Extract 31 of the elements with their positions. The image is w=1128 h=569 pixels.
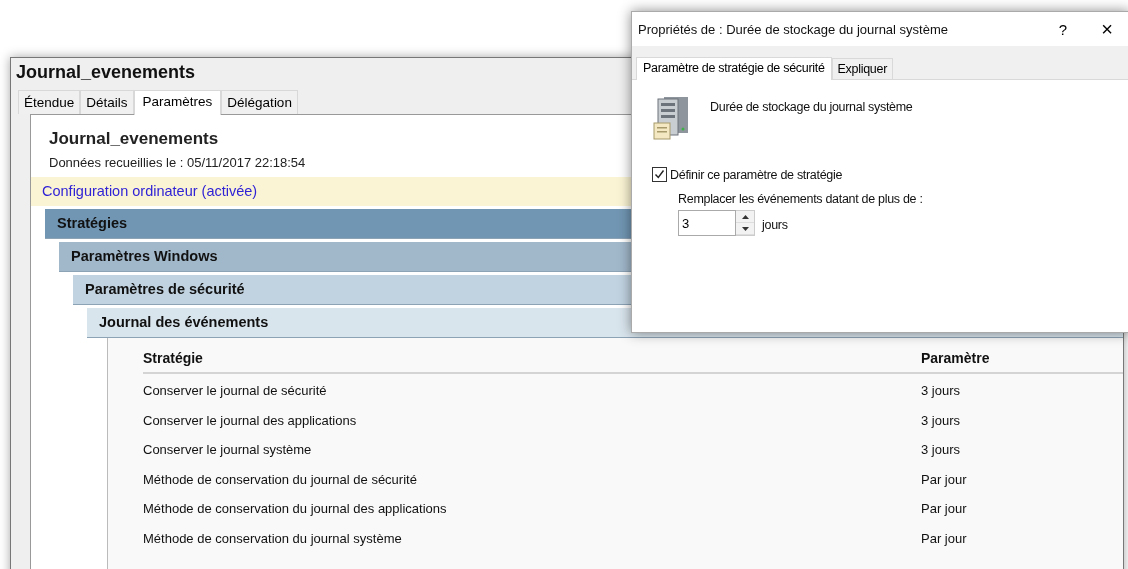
policy-name: Durée de stockage du journal système <box>710 99 913 114</box>
unit-label: jours <box>762 218 788 232</box>
table-cell-text: Conserver le journal de sécurité <box>143 383 328 399</box>
help-button[interactable]: ? <box>1041 14 1085 44</box>
table-cell-text: Conserver le journal des applications <box>143 412 358 428</box>
table-cell-text: 3 jours <box>921 442 962 458</box>
collected-date: Données recueillies le : 05/11/2017 22:18:54 <box>48 154 307 172</box>
dialog-title: Propriétés de : Durée de stockage du journal système <box>638 21 949 37</box>
close-button[interactable]: × <box>1085 14 1128 44</box>
window-title: Journal_evenements <box>16 62 196 84</box>
column-header: Paramètre <box>921 350 991 366</box>
table-cell-text: Par jour <box>921 501 968 517</box>
tab[interactable]: Paramètres <box>133 90 222 115</box>
number-field[interactable]: 3 <box>678 210 736 236</box>
table-cell-text: Conserver le journal système <box>143 442 313 458</box>
table-cell-text: Par jour <box>921 530 968 546</box>
table-cell-text: 3 jours <box>921 383 962 399</box>
tab[interactable]: Expliquer <box>831 58 893 79</box>
tab[interactable]: Paramètre de stratégie de sécurité <box>636 57 832 80</box>
table-cell-text: Par jour <box>921 471 968 487</box>
table-cell-text: Méthode de conservation du journal des applications <box>143 501 448 517</box>
tab[interactable]: Délégation <box>221 90 298 114</box>
checkbox[interactable] <box>652 167 667 182</box>
table-cell-text: 3 jours <box>921 412 962 428</box>
column-header: Stratégie <box>143 350 204 366</box>
tab[interactable]: Étendue <box>18 90 81 114</box>
table-cell-text: Méthode de conservation du journal système <box>143 530 403 546</box>
table-cell-text: Méthode de conservation du journal de sécurité <box>143 471 418 487</box>
tab[interactable]: Détails <box>80 90 134 114</box>
report-title: Journal_evenements <box>48 129 220 149</box>
field-label: Remplacer les événements datant de plus de : <box>678 192 924 206</box>
